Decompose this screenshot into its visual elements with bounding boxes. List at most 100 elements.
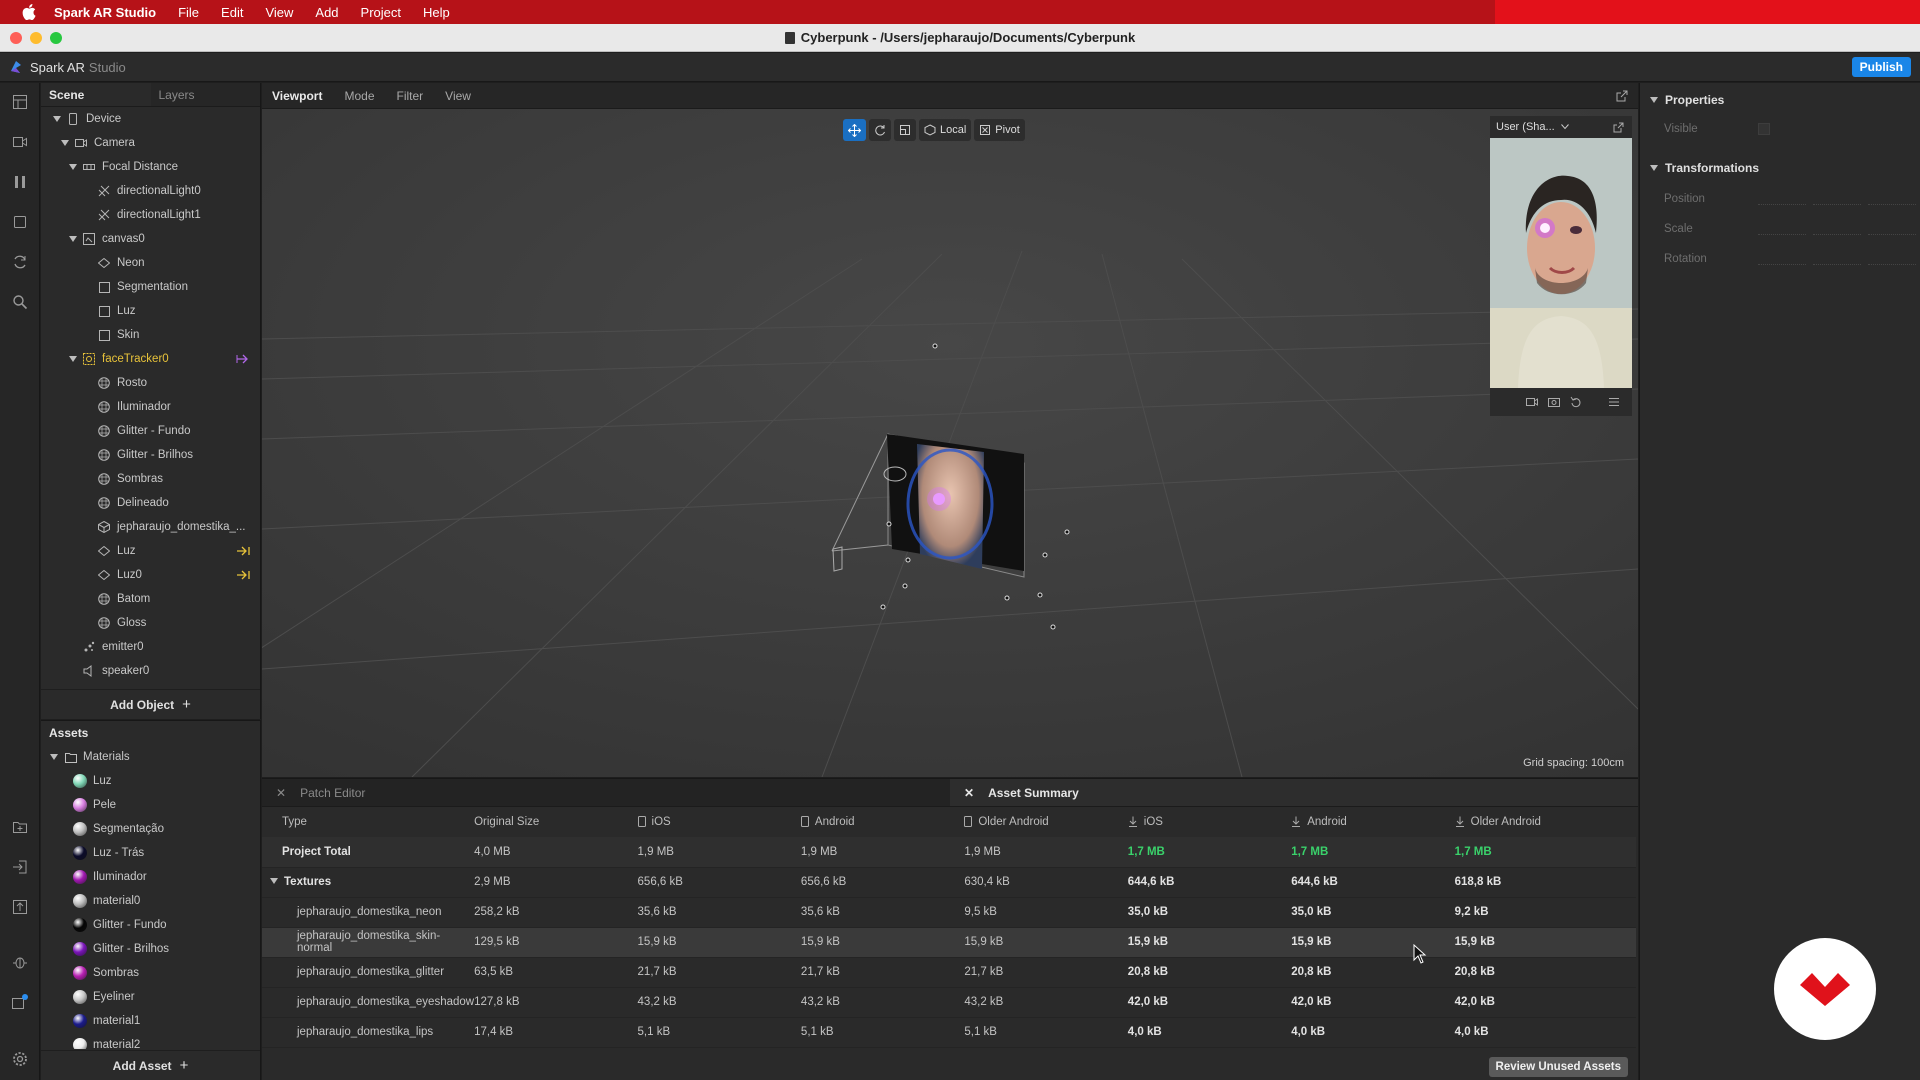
column-ios-download[interactable]: iOS xyxy=(1128,807,1291,837)
column-android-size[interactable]: Android xyxy=(800,807,964,837)
scene-tree-item[interactable]: Iluminador xyxy=(41,395,260,419)
material-item[interactable]: Luz xyxy=(41,769,260,793)
settings-icon[interactable] xyxy=(11,1050,29,1068)
column-original-size[interactable]: Original Size xyxy=(474,807,637,837)
scene-tree-item[interactable]: Rosto xyxy=(41,371,260,395)
scale-y-field[interactable] xyxy=(1813,221,1861,235)
tab-scene[interactable]: Scene xyxy=(41,83,151,106)
scale-tool-button[interactable] xyxy=(894,119,916,141)
scene-tree-item[interactable]: Glitter - Fundo xyxy=(41,419,260,443)
bug-icon[interactable] xyxy=(11,953,29,971)
link-arrow-icon[interactable] xyxy=(236,353,250,365)
material-item[interactable]: Luz - Trás xyxy=(41,841,260,865)
position-y-field[interactable] xyxy=(1813,191,1861,205)
import-icon[interactable] xyxy=(11,858,29,876)
record-video-icon[interactable] xyxy=(1526,397,1538,407)
scene-tree-item[interactable]: Sombras xyxy=(41,467,260,491)
menu-file[interactable]: File xyxy=(178,5,199,20)
layout-icon[interactable] xyxy=(11,93,29,111)
material-item[interactable]: Segmentação xyxy=(41,817,260,841)
menu-app-name[interactable]: Spark AR Studio xyxy=(54,5,156,20)
expand-arrow-icon[interactable] xyxy=(69,235,77,243)
scene-tree-item[interactable]: Batom xyxy=(41,587,260,611)
simulator-device-select[interactable]: User (Sha... xyxy=(1490,116,1632,138)
publish-button[interactable]: Publish xyxy=(1851,57,1911,77)
close-icon[interactable]: ✕ xyxy=(276,786,286,800)
table-row[interactable]: jepharaujo_domestika_eyeshadow 127,8 kB 43… xyxy=(262,987,1636,1018)
material-item[interactable]: material2 xyxy=(41,1033,260,1049)
scale-z-field[interactable] xyxy=(1868,221,1916,235)
table-row-project-total[interactable]: Project Total 4,0 MB 1,9 MB 1,9 MB 1,9 M… xyxy=(262,837,1636,868)
expand-arrow-icon[interactable] xyxy=(53,115,61,123)
scene-tree-item[interactable]: Luz xyxy=(41,539,260,563)
column-ios-size[interactable]: iOS xyxy=(637,807,801,837)
minimize-window-button[interactable] xyxy=(30,32,42,44)
scene-tree-item[interactable]: Camera xyxy=(41,131,260,155)
menu-filter[interactable]: Filter xyxy=(397,89,424,103)
rotate-tool-button[interactable] xyxy=(869,119,891,141)
scene-tree-item[interactable]: directionalLight0 xyxy=(41,179,260,203)
scene-tree-item[interactable]: Skin xyxy=(41,323,260,347)
rotation-y-field[interactable] xyxy=(1813,251,1861,265)
rotation-x-field[interactable] xyxy=(1758,251,1806,265)
expand-arrow-icon[interactable] xyxy=(61,139,69,147)
link-arrow-icon[interactable] xyxy=(236,569,250,581)
table-row[interactable]: jepharaujo_domestika_lips 17,4 kB 5,1 kB 5,… xyxy=(262,1017,1636,1048)
scene-tree-item[interactable]: Luz0 xyxy=(41,563,260,587)
scene-tree-item[interactable]: speaker0 xyxy=(41,659,260,683)
restart-icon[interactable] xyxy=(1570,396,1582,408)
scene-tree-item[interactable]: Segmentation xyxy=(41,275,260,299)
menu-add[interactable]: Add xyxy=(315,5,338,20)
scene-tree-item[interactable]: Neon xyxy=(41,251,260,275)
link-arrow-icon[interactable] xyxy=(236,545,250,557)
material-item[interactable]: material1 xyxy=(41,1009,260,1033)
material-item[interactable]: material0 xyxy=(41,889,260,913)
camera-switch-icon[interactable] xyxy=(1548,397,1560,407)
scene-tree-item[interactable]: directionalLight1 xyxy=(41,203,260,227)
video-icon[interactable] xyxy=(11,133,29,151)
scene-tree-item[interactable]: Gloss xyxy=(41,611,260,635)
popout-icon[interactable] xyxy=(1613,122,1624,133)
sync-icon[interactable] xyxy=(11,253,29,271)
scene-tree-item[interactable]: Delineado xyxy=(41,491,260,515)
viewport[interactable]: Viewport Mode Filter View Local Pivot Us… xyxy=(262,83,1638,777)
3d-scene-view[interactable] xyxy=(262,109,1638,777)
material-item[interactable]: Glitter - Fundo xyxy=(41,913,260,937)
rotation-z-field[interactable] xyxy=(1868,251,1916,265)
close-window-button[interactable] xyxy=(10,32,22,44)
review-unused-assets-button[interactable]: Review Unused Assets xyxy=(1488,1057,1628,1077)
transformations-section-header[interactable]: Transformations xyxy=(1650,161,1759,175)
column-type[interactable]: Type xyxy=(262,807,474,837)
column-older-android-size[interactable]: Older Android xyxy=(964,807,1127,837)
menu-icon[interactable] xyxy=(1606,397,1622,407)
column-android-download[interactable]: Android xyxy=(1291,807,1454,837)
scene-tree-item[interactable]: jepharaujo_domestika_... xyxy=(41,515,260,539)
properties-section-header[interactable]: Properties xyxy=(1650,93,1724,107)
material-item[interactable]: Eyeliner xyxy=(41,985,260,1009)
expand-arrow-icon[interactable] xyxy=(69,163,77,171)
pivot-toggle[interactable]: Pivot xyxy=(974,119,1025,141)
scene-tree-item[interactable]: Luz xyxy=(41,299,260,323)
material-item[interactable]: Pele xyxy=(41,793,260,817)
close-icon[interactable]: ✕ xyxy=(964,786,974,800)
move-tool-button[interactable] xyxy=(843,119,866,141)
tab-patch-editor[interactable]: ✕ Patch Editor xyxy=(262,779,950,806)
material-item[interactable]: Sombras xyxy=(41,961,260,985)
scene-tree-item[interactable]: canvas0 xyxy=(41,227,260,251)
export-icon[interactable] xyxy=(11,898,29,916)
scene-tree-item[interactable]: Glitter - Brilhos xyxy=(41,443,260,467)
square-icon[interactable] xyxy=(11,213,29,231)
zoom-window-button[interactable] xyxy=(50,32,62,44)
menu-project[interactable]: Project xyxy=(361,5,401,20)
menu-view-options[interactable]: View xyxy=(445,89,471,103)
visible-checkbox[interactable] xyxy=(1758,123,1770,135)
textures-group[interactable]: Textures xyxy=(262,867,475,898)
scene-tree-item[interactable]: Focal Distance xyxy=(41,155,260,179)
apple-icon[interactable] xyxy=(20,3,38,21)
scene-tree-item[interactable]: Device xyxy=(41,107,260,131)
notification-icon[interactable] xyxy=(11,993,29,1011)
add-asset-button[interactable]: Add Asset + xyxy=(41,1050,260,1080)
menu-edit[interactable]: Edit xyxy=(221,5,243,20)
table-row-textures[interactable]: Textures 2,9 MB 656,6 kB 656,6 kB 630,4 … xyxy=(262,867,1636,898)
tab-layers[interactable]: Layers xyxy=(151,83,261,106)
